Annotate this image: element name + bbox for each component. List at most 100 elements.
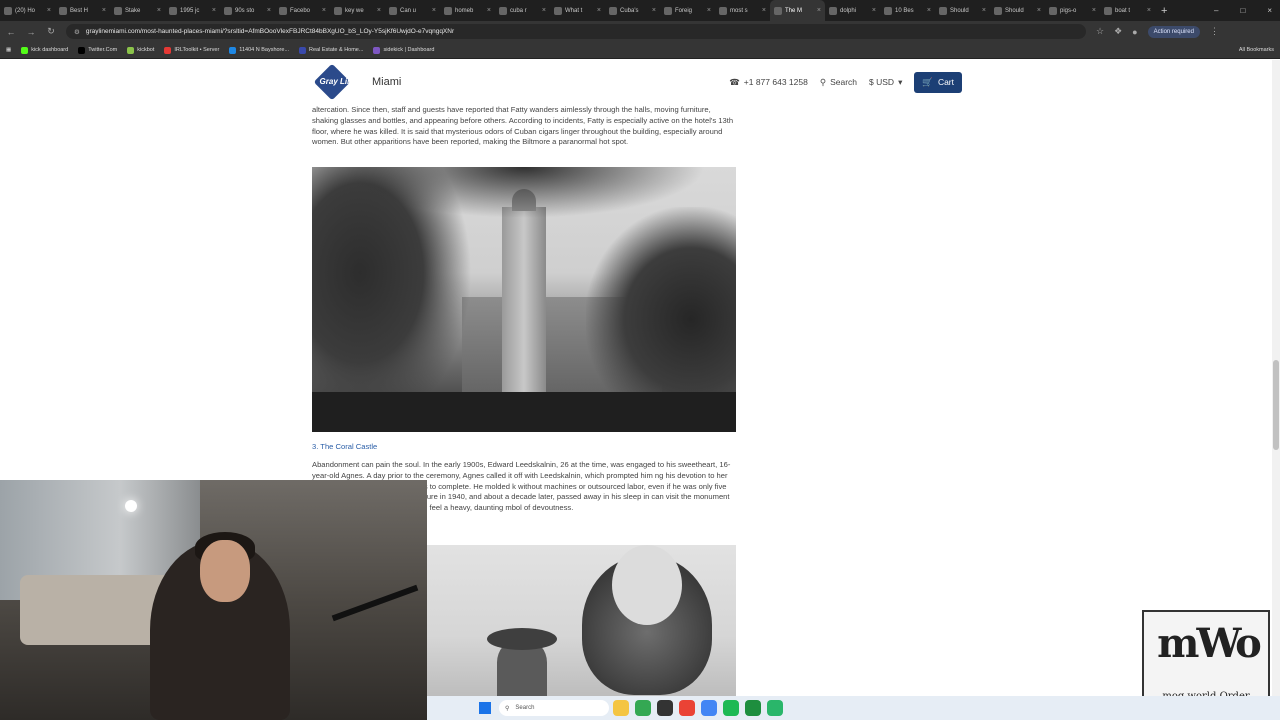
cart-icon: 🛒 <box>922 76 933 87</box>
chrome-icon[interactable] <box>745 700 761 716</box>
tab-favicon-icon <box>114 6 122 15</box>
all-bookmarks-button[interactable]: All Bookmarks <box>1239 47 1274 53</box>
close-tab-icon[interactable]: × <box>542 7 546 14</box>
close-tab-icon[interactable]: × <box>267 7 271 14</box>
close-tab-icon[interactable]: × <box>1092 7 1096 14</box>
close-icon[interactable]: × <box>1267 6 1272 15</box>
bookmark-item[interactable]: kick dashboard <box>21 46 68 54</box>
close-tab-icon[interactable]: × <box>47 7 51 14</box>
browser-tab[interactable]: 90s sto × <box>220 0 275 21</box>
tab-favicon-icon <box>279 6 287 15</box>
close-tab-icon[interactable]: × <box>377 7 381 14</box>
tab-favicon-icon <box>609 6 617 15</box>
profile-icon[interactable]: ● <box>1132 27 1137 37</box>
browser-tab[interactable]: Should × <box>935 0 990 21</box>
page-scrollbar[interactable] <box>1272 60 1280 696</box>
bookmark-item[interactable]: 11404 N Bayshore... <box>229 46 289 54</box>
close-tab-icon[interactable]: × <box>927 7 931 14</box>
browser-tab[interactable]: Cuba's × <box>605 0 660 21</box>
bookmark-favicon-icon <box>229 46 237 54</box>
cart-button[interactable]: 🛒 Cart <box>914 71 962 93</box>
browser-tab[interactable]: 1995 jc × <box>165 0 220 21</box>
browser-tab[interactable]: Can u × <box>385 0 440 21</box>
bookmark-item[interactable]: Twitter.Com <box>78 46 117 54</box>
bookmark-item[interactable]: Real Estate & Home... <box>299 46 363 54</box>
close-tab-icon[interactable]: × <box>1147 7 1151 14</box>
extension-icon[interactable]: ❖ <box>1114 26 1122 37</box>
bookmark-favicon-icon <box>164 46 172 54</box>
browser-tab[interactable]: (20) Ho × <box>0 0 55 21</box>
search-link[interactable]: ⚲ Search <box>820 77 857 88</box>
close-tab-icon[interactable]: × <box>872 7 876 14</box>
close-tab-icon[interactable]: × <box>652 7 656 14</box>
menu-icon[interactable]: ⋮ <box>1210 26 1219 37</box>
close-tab-icon[interactable]: × <box>487 7 491 14</box>
taskbar-search[interactable]: ⚲ Search <box>499 700 609 716</box>
browser-tab[interactable]: The M × <box>770 0 825 21</box>
close-tab-icon[interactable]: × <box>157 7 161 14</box>
tab-title: 10 Bes <box>895 7 914 14</box>
chrome-icon[interactable] <box>635 700 651 716</box>
bookmark-favicon-icon <box>127 46 135 54</box>
search-icon: ⚲ <box>819 76 827 87</box>
minimize-icon[interactable]: – <box>1214 6 1218 15</box>
browser-tab[interactable]: most s × <box>715 0 770 21</box>
bookmark-item[interactable]: kickbot <box>127 46 154 54</box>
back-icon[interactable]: ← <box>6 27 16 37</box>
browser-tab[interactable]: boat t × <box>1100 0 1155 21</box>
grayline-logo[interactable]: Gray Line <box>312 63 364 101</box>
close-tab-icon[interactable]: × <box>102 7 106 14</box>
close-tab-icon[interactable]: × <box>1037 7 1041 14</box>
browser-tab[interactable]: 10 Bes × <box>880 0 935 21</box>
app-icon[interactable] <box>657 700 673 716</box>
article-paragraph: altercation. Since then, staff and guest… <box>312 105 734 147</box>
tab-title: Can u <box>400 7 417 14</box>
browser-tab[interactable]: Facebo × <box>275 0 330 21</box>
browser-tab[interactable]: Foreig × <box>660 0 715 21</box>
tab-title: most s <box>730 7 748 14</box>
apps-grid-icon[interactable]: ▦ <box>6 47 11 53</box>
browser-tab[interactable]: key we × <box>330 0 385 21</box>
notes-icon[interactable] <box>767 700 783 716</box>
browser-tab[interactable]: pigs-o × <box>1045 0 1100 21</box>
browser-tab[interactable]: homeb × <box>440 0 495 21</box>
spotify-icon[interactable] <box>723 700 739 716</box>
bookmark-star-icon[interactable]: ☆ <box>1096 26 1104 37</box>
close-tab-icon[interactable]: × <box>322 7 326 14</box>
start-icon[interactable] <box>479 702 491 714</box>
forward-icon[interactable]: → <box>26 27 36 37</box>
browser-tab[interactable]: cuba r × <box>495 0 550 21</box>
browser-tab[interactable]: Should × <box>990 0 1045 21</box>
file-explorer-icon[interactable] <box>613 700 629 716</box>
tab-title: Should <box>1005 7 1024 14</box>
browser-tab[interactable]: What t × <box>550 0 605 21</box>
close-tab-icon[interactable]: × <box>762 7 766 14</box>
section-heading-coral-castle[interactable]: 3. The Coral Castle <box>312 442 377 451</box>
tab-favicon-icon <box>224 6 232 15</box>
chrome-icon[interactable] <box>701 700 717 716</box>
close-tab-icon[interactable]: × <box>817 7 821 14</box>
tab-title: Should <box>950 7 969 14</box>
browser-tab[interactable]: Stake × <box>110 0 165 21</box>
address-bar[interactable]: ⚙ graylinemiami.com/most-haunted-places-… <box>66 24 1086 39</box>
close-tab-icon[interactable]: × <box>982 7 986 14</box>
close-tab-icon[interactable]: × <box>707 7 711 14</box>
chrome-icon[interactable] <box>679 700 695 716</box>
phone-link[interactable]: ☎ +1 877 643 1258 <box>729 77 808 88</box>
currency-select[interactable]: $ USD ▾ <box>869 77 902 88</box>
bookmark-favicon-icon <box>21 46 29 54</box>
bookmark-item[interactable]: IRLToolkit • Server <box>164 46 219 54</box>
close-tab-icon[interactable]: × <box>432 7 436 14</box>
bookmark-favicon-icon <box>373 46 381 54</box>
close-tab-icon[interactable]: × <box>597 7 601 14</box>
browser-toolbar: ← → ↻ ⚙ graylinemiami.com/most-haunted-p… <box>0 21 1280 42</box>
site-info-icon[interactable]: ⚙ <box>74 28 80 36</box>
reload-icon[interactable]: ↻ <box>46 26 56 37</box>
maximize-icon[interactable]: □ <box>1240 6 1245 15</box>
action-required-button[interactable]: Action required <box>1147 25 1200 38</box>
browser-tab[interactable]: Best H × <box>55 0 110 21</box>
browser-tab[interactable]: dolphi × <box>825 0 880 21</box>
close-tab-icon[interactable]: × <box>212 7 216 14</box>
bookmark-item[interactable]: sidekick | Dashboard <box>373 46 434 54</box>
new-tab-icon[interactable]: + <box>1161 5 1167 17</box>
